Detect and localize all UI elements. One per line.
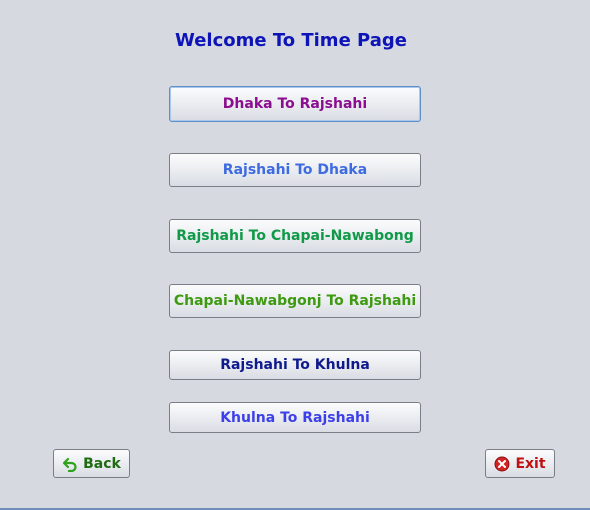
back-arrow-icon: [62, 456, 78, 472]
exit-button[interactable]: Exit: [485, 449, 555, 478]
route-button-dhaka-to-rajshahi[interactable]: Dhaka To Rajshahi: [169, 86, 421, 122]
route-button-rajshahi-to-chapai-nawabong[interactable]: Rajshahi To Chapai-Nawabong: [169, 219, 421, 253]
route-button-rajshahi-to-dhaka[interactable]: Rajshahi To Dhaka: [169, 153, 421, 187]
page-title: Welcome To Time Page: [174, 30, 407, 51]
back-button[interactable]: Back: [53, 449, 130, 478]
route-button-khulna-to-rajshahi[interactable]: Khulna To Rajshahi: [169, 402, 421, 433]
exit-button-label: Exit: [515, 455, 546, 472]
back-button-label: Back: [83, 455, 121, 472]
route-button-rajshahi-to-khulna[interactable]: Rajshahi To Khulna: [169, 350, 421, 380]
close-circle-icon: [494, 456, 510, 472]
route-button-chapai-nawabgonj-to-rajshahi[interactable]: Chapai-Nawabgonj To Rajshahi: [169, 284, 421, 318]
time-page-window: Welcome To Time Page Dhaka To Rajshahi R…: [0, 0, 590, 510]
